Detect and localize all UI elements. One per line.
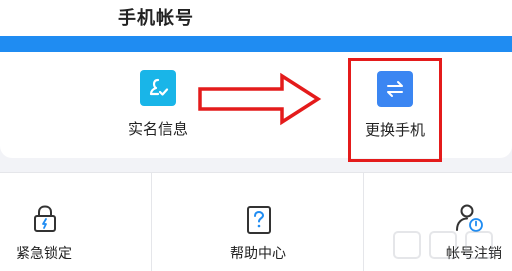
watermark-logo-icon [393,231,493,259]
emergency-lock-button[interactable]: 紧急锁定 [0,173,152,271]
change-phone-label: 更换手机 [364,121,425,139]
page-title: 手机帐号 [118,8,194,29]
change-phone-button[interactable]: 更换手机 [348,58,442,162]
help-icon [247,206,271,234]
lock-icon [34,205,56,232]
real-name-icon [140,70,176,106]
emergency-lock-label: 紧急锁定 [16,246,72,262]
help-center-button[interactable]: 帮助中心 [152,173,364,271]
real-name-info-button[interactable]: 实名信息 [108,70,208,139]
change-phone-icon [377,71,413,107]
account-card: 实名信息 更换手机 [0,52,512,162]
header-accent-band [0,36,512,52]
top-header: 手机帐号 [0,0,512,36]
real-name-info-label: 实名信息 [127,120,188,138]
annotation-arrow-icon [198,72,322,126]
help-center-label: 帮助中心 [230,246,286,262]
